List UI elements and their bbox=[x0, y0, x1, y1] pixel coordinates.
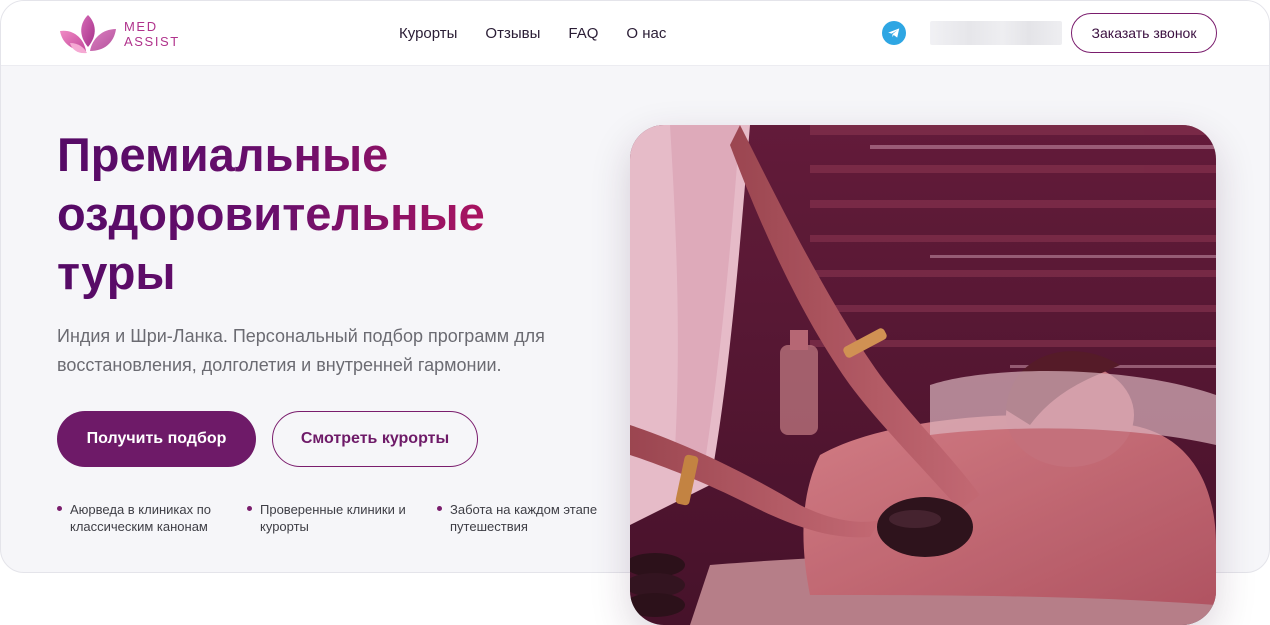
lotus-logo-icon bbox=[60, 15, 116, 54]
hero-title-line2: оздоровительные bbox=[57, 187, 485, 240]
phone-number-redacted bbox=[930, 21, 1062, 45]
logo[interactable]: MED ASSIST bbox=[56, 13, 180, 55]
nav-item-faq[interactable]: FAQ bbox=[568, 25, 598, 42]
nav-item-about[interactable]: О нас bbox=[626, 25, 666, 42]
request-call-button[interactable]: Заказать звонок bbox=[1071, 13, 1217, 53]
telegram-icon[interactable] bbox=[882, 21, 906, 45]
logo-text-line1: MED bbox=[124, 19, 158, 34]
nav-item-reviews[interactable]: Отзывы bbox=[485, 25, 540, 42]
nav-item-resorts[interactable]: Курорты bbox=[399, 25, 457, 42]
site-header: MED ASSIST Курорты Отзывы FAQ О нас Зака… bbox=[1, 1, 1269, 66]
hero-subtitle: Индия и Шри-Ланка. Персональный подбор п… bbox=[57, 326, 545, 375]
logo-text-line2: ASSIST bbox=[124, 34, 180, 49]
feature-ayurveda: Аюрведа в клиниках по классическим канон… bbox=[57, 501, 227, 535]
feature-verified-clinics: Проверенные клиники и курорты bbox=[247, 501, 417, 535]
main-nav: Курорты Отзывы FAQ О нас bbox=[399, 25, 666, 42]
logo-text: MED ASSIST bbox=[124, 19, 180, 49]
feature-care: Забота на каждом этапе путешествия bbox=[437, 501, 607, 535]
ayurvedic-hot-stone-massage-photo bbox=[630, 125, 1216, 625]
view-resorts-button[interactable]: Смотреть курорты bbox=[272, 411, 478, 467]
hero-title: Премиальные оздоровительные туры bbox=[57, 125, 617, 302]
hero-title-line1: Премиальные bbox=[57, 128, 389, 181]
hero-image bbox=[630, 125, 1216, 625]
hero-title-line3: туры bbox=[57, 246, 176, 299]
get-selection-button[interactable]: Получить подбор bbox=[57, 411, 256, 467]
paper-plane-icon bbox=[888, 28, 900, 38]
